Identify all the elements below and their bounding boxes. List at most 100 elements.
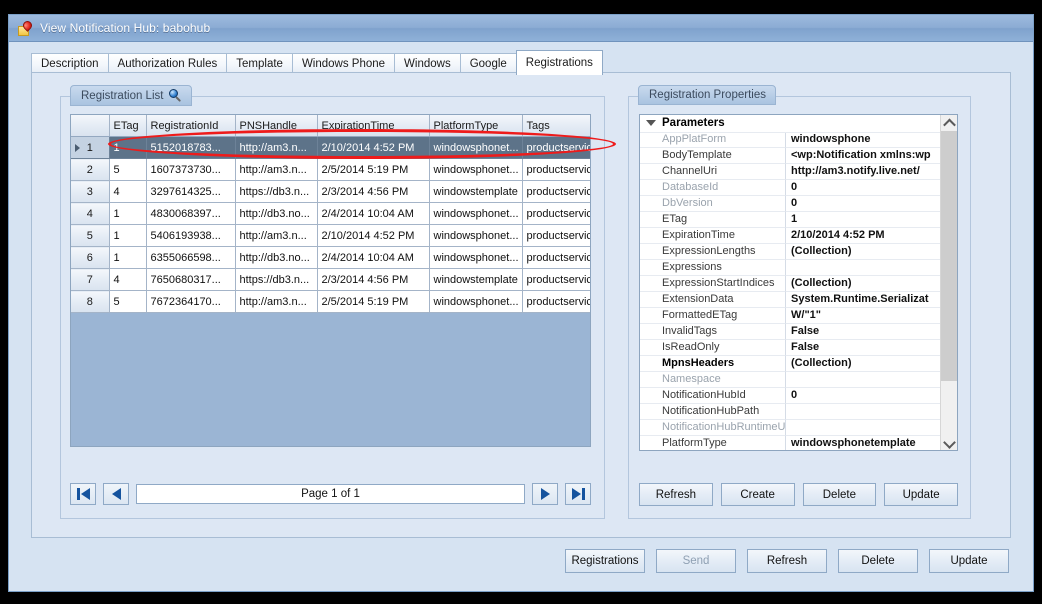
column-header-registrationid[interactable]: RegistrationId xyxy=(146,115,236,137)
cell-expirationtime[interactable]: 2/10/2014 4:52 PM xyxy=(317,224,430,247)
row-header-cell[interactable]: 4 xyxy=(71,202,110,225)
cell-pnshandle[interactable]: http://am3.n... xyxy=(235,136,318,159)
table-row[interactable]: 2 5 1607373730... http://am3.n... 2/5/2014 5… xyxy=(71,158,590,181)
property-group-header[interactable]: Parameters xyxy=(640,115,940,133)
cell-registrationid[interactable]: 5406193938... xyxy=(146,224,236,247)
property-value[interactable]: False xyxy=(786,340,940,356)
property-row[interactable]: Expressions xyxy=(640,260,940,276)
property-value[interactable]: 1 xyxy=(786,212,940,228)
property-row[interactable]: BodyTemplate <wp:Notification xmlns:wp xyxy=(640,148,940,164)
property-value[interactable]: System.Runtime.Serializat xyxy=(786,292,940,308)
page-indicator[interactable]: Page 1 of 1 xyxy=(136,484,525,504)
cell-etag[interactable]: 4 xyxy=(109,180,147,203)
property-value[interactable] xyxy=(786,420,940,436)
tab-registrations[interactable]: Registrations xyxy=(515,50,603,75)
cell-expirationtime[interactable]: 2/5/2014 5:19 PM xyxy=(317,158,430,181)
cell-pnshandle[interactable]: http://am3.n... xyxy=(235,290,318,313)
cell-platformtype[interactable]: windowsphonet... xyxy=(429,136,523,159)
cell-expirationtime[interactable]: 2/10/2014 4:52 PM xyxy=(317,136,430,159)
property-row[interactable]: ExtensionData System.Runtime.Serializat xyxy=(640,292,940,308)
row-header-cell[interactable]: 5 xyxy=(71,224,110,247)
scrollbar-thumb[interactable] xyxy=(941,131,957,381)
property-value[interactable]: 0 xyxy=(786,196,940,212)
scroll-down-icon[interactable] xyxy=(941,434,957,450)
property-value[interactable]: W/"1" xyxy=(786,308,940,324)
cell-platformtype[interactable]: windowsphonet... xyxy=(429,246,523,269)
table-row[interactable]: 5 1 5406193938... http://am3.n... 2/10/2014 … xyxy=(71,224,590,247)
properties-update-button[interactable]: Update xyxy=(884,483,958,506)
cell-platformtype[interactable]: windowstemplate xyxy=(429,268,523,291)
cell-expirationtime[interactable]: 2/4/2014 10:04 AM xyxy=(317,246,430,269)
cell-pnshandle[interactable]: http://am3.n... xyxy=(235,224,318,247)
property-value[interactable]: (Collection) xyxy=(786,276,940,292)
property-row[interactable]: ExpressionLengths (Collection) xyxy=(640,244,940,260)
property-row[interactable]: FormattedETag W/"1" xyxy=(640,308,940,324)
property-row[interactable]: IsReadOnly False xyxy=(640,340,940,356)
magnifier-icon[interactable] xyxy=(169,89,182,103)
property-row[interactable]: Namespace xyxy=(640,372,940,388)
row-header-cell[interactable]: 1 xyxy=(71,136,110,159)
property-row[interactable]: PlatformType windowsphonetemplate xyxy=(640,436,940,450)
cell-pnshandle[interactable]: https://db3.n... xyxy=(235,268,318,291)
property-value[interactable]: (Collection) xyxy=(786,244,940,260)
property-row[interactable]: AppPlatForm windowsphone xyxy=(640,132,940,148)
column-header-tags[interactable]: Tags xyxy=(522,115,590,137)
cell-pnshandle[interactable]: http://am3.n... xyxy=(235,158,318,181)
cell-expirationtime[interactable]: 2/3/2014 4:56 PM xyxy=(317,180,430,203)
properties-refresh-button[interactable]: Refresh xyxy=(639,483,713,506)
property-row[interactable]: DbVersion 0 xyxy=(640,196,940,212)
property-value[interactable]: False xyxy=(786,324,940,340)
cell-registrationid[interactable]: 6355066598... xyxy=(146,246,236,269)
cell-registrationid[interactable]: 5152018783... xyxy=(146,136,236,159)
property-row[interactable]: MpnsHeaders (Collection) xyxy=(640,356,940,372)
grid-select-all-corner[interactable] xyxy=(71,115,110,137)
property-value[interactable] xyxy=(786,260,940,276)
column-header-pnshandle[interactable]: PNSHandle xyxy=(235,115,318,137)
cell-etag[interactable]: 5 xyxy=(109,158,147,181)
property-value[interactable]: <wp:Notification xmlns:wp xyxy=(786,148,940,164)
first-page-button[interactable] xyxy=(70,483,96,505)
table-row[interactable]: 1 1 5152018783... http://am3.n... 2/10/2014 … xyxy=(71,136,590,159)
table-row[interactable]: 8 5 7672364170... http://am3.n... 2/5/2014 5… xyxy=(71,290,590,313)
cell-expirationtime[interactable]: 2/5/2014 5:19 PM xyxy=(317,290,430,313)
row-header-cell[interactable]: 2 xyxy=(71,158,110,181)
property-row[interactable]: NotificationHubPath xyxy=(640,404,940,420)
cell-platformtype[interactable]: windowsphonet... xyxy=(429,224,523,247)
property-row[interactable]: ETag 1 xyxy=(640,212,940,228)
property-value[interactable]: 2/10/2014 4:52 PM xyxy=(786,228,940,244)
property-grid[interactable]: Parameters AppPlatForm windowsphone BodyTe… xyxy=(639,114,958,451)
table-row[interactable]: 7 4 7650680317... https://db3.n... 2/3/2014 … xyxy=(71,268,590,291)
chevron-down-icon[interactable] xyxy=(646,119,656,126)
property-value[interactable]: windowsphonetemplate xyxy=(786,436,940,450)
refresh-button[interactable]: Refresh xyxy=(747,549,827,573)
property-row[interactable]: ExpressionStartIndices (Collection) xyxy=(640,276,940,292)
row-header-cell[interactable]: 6 xyxy=(71,246,110,269)
cell-registrationid[interactable]: 7672364170... xyxy=(146,290,236,313)
property-row[interactable]: ChannelUri http://am3.notify.live.net/ xyxy=(640,164,940,180)
cell-expirationtime[interactable]: 2/4/2014 10:04 AM xyxy=(317,202,430,225)
cell-etag[interactable]: 1 xyxy=(109,224,147,247)
cell-tags[interactable]: productservice xyxy=(522,180,590,203)
previous-page-button[interactable] xyxy=(103,483,129,505)
cell-tags[interactable]: productservice xyxy=(522,202,590,225)
next-page-button[interactable] xyxy=(532,483,558,505)
cell-etag[interactable]: 1 xyxy=(109,202,147,225)
cell-registrationid[interactable]: 1607373730... xyxy=(146,158,236,181)
property-value[interactable]: http://am3.notify.live.net/ xyxy=(786,164,940,180)
cell-platformtype[interactable]: windowsphonet... xyxy=(429,158,523,181)
cell-etag[interactable]: 1 xyxy=(109,246,147,269)
cell-registrationid[interactable]: 3297614325... xyxy=(146,180,236,203)
cell-platformtype[interactable]: windowsphonet... xyxy=(429,202,523,225)
row-header-cell[interactable]: 8 xyxy=(71,290,110,313)
registration-data-grid[interactable]: ETag RegistrationId PNSHandle Expiration… xyxy=(70,114,591,447)
row-header-cell[interactable]: 3 xyxy=(71,180,110,203)
cell-pnshandle[interactable]: https://db3.n... xyxy=(235,180,318,203)
property-row[interactable]: NotificationHubRuntimeUr xyxy=(640,420,940,436)
cell-pnshandle[interactable]: http://db3.no... xyxy=(235,246,318,269)
property-value[interactable] xyxy=(786,404,940,420)
property-row[interactable]: DatabaseId 0 xyxy=(640,180,940,196)
property-row[interactable]: InvalidTags False xyxy=(640,324,940,340)
cell-platformtype[interactable]: windowsphonet... xyxy=(429,290,523,313)
column-header-expirationtime[interactable]: ExpirationTime xyxy=(317,115,430,137)
cell-platformtype[interactable]: windowstemplate xyxy=(429,180,523,203)
